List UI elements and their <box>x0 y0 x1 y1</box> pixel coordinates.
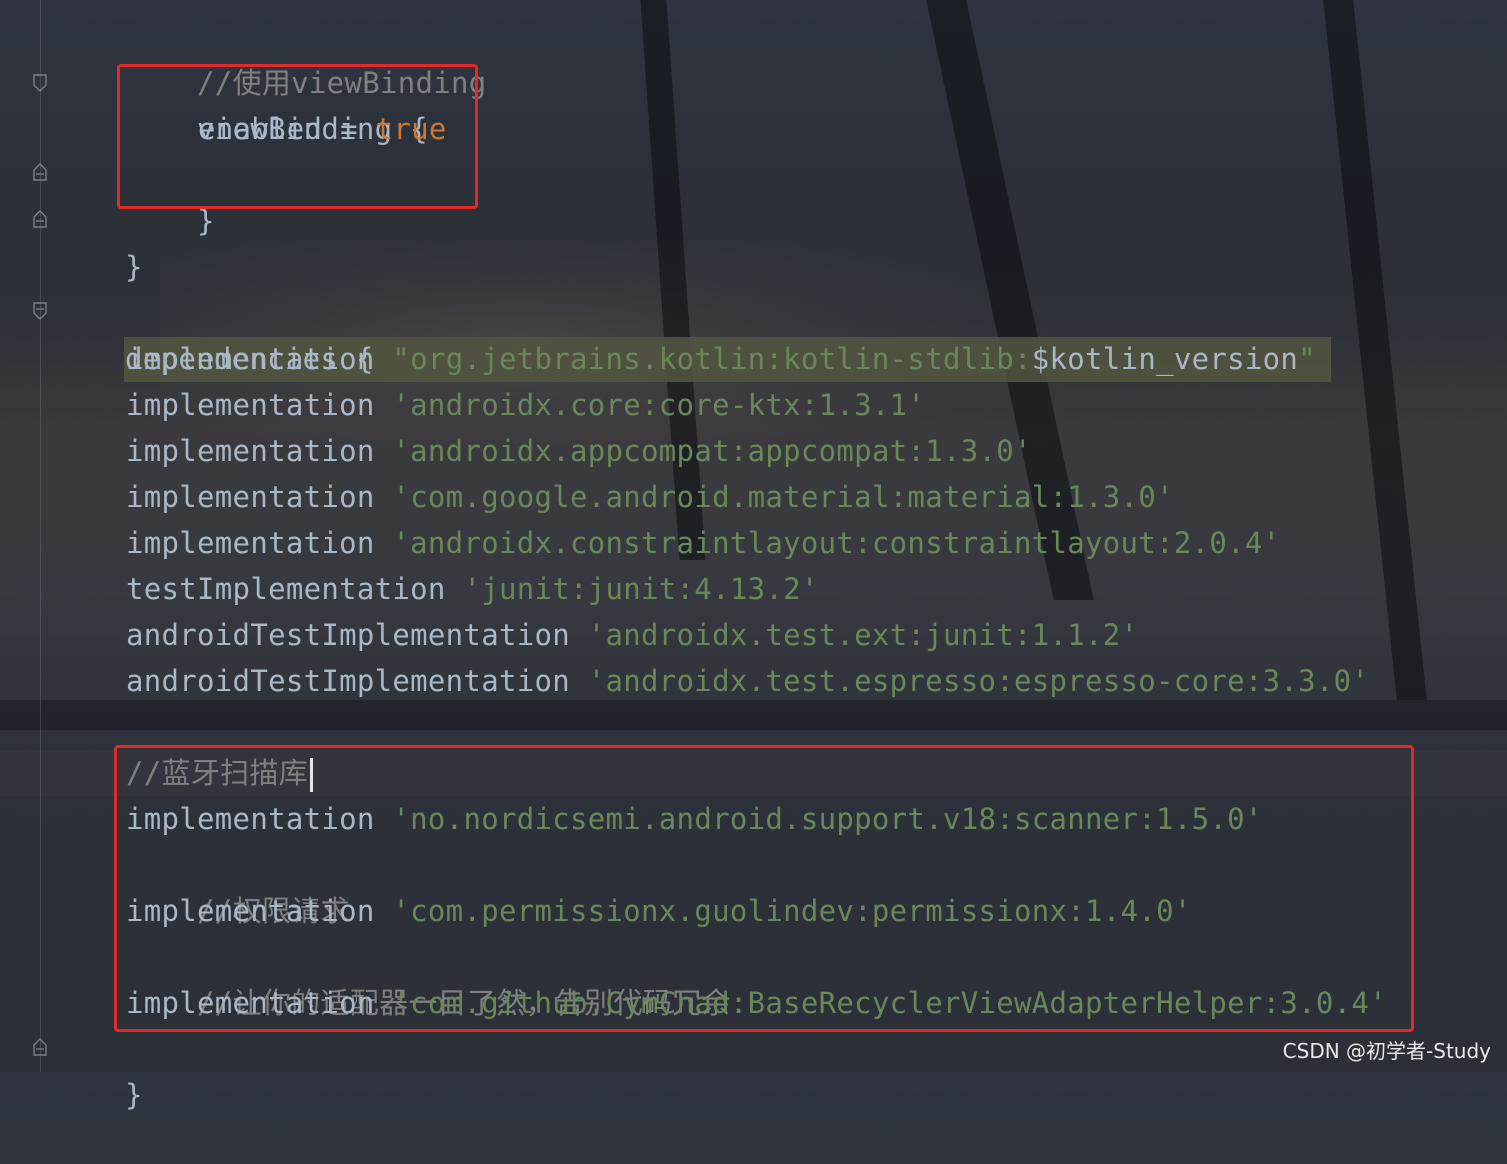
annotation-box-viewbinding <box>117 64 478 209</box>
artifact-string: 'androidx.test.ext:junit:1.1.2' <box>587 618 1139 652</box>
fold-open-icon[interactable] <box>33 74 47 92</box>
code-line-comment[interactable]: //使用viewBinding <box>126 14 487 100</box>
brace-text: } <box>197 204 215 238</box>
config-keyword: androidTestImplementation <box>126 664 588 698</box>
artifact-string: 'androidx.constraintlayout:constraintlay… <box>392 526 1281 560</box>
config-keyword: testImplementation <box>126 572 464 606</box>
artifact-string: 'androidx.core:core-ktx:1.3.1' <box>392 388 926 422</box>
string-quote: " <box>392 342 411 376</box>
code-line-dependency[interactable]: testImplementation 'junit:junit:4.13.2' <box>126 566 819 612</box>
fold-close-icon[interactable] <box>33 163 47 181</box>
code-line-dependency[interactable]: implementation 'androidx.constraintlayou… <box>126 520 1280 566</box>
artifact-string: 'androidx.test.espresso:espresso-core:3.… <box>587 664 1370 698</box>
code-line-dependencies[interactable]: dependencies { <box>54 290 374 376</box>
config-keyword: implementation <box>126 434 393 468</box>
code-line-dependency[interactable]: implementation "org.jetbrains.kotlin:kot… <box>126 336 1316 382</box>
config-keyword: implementation <box>126 480 393 514</box>
config-keyword: androidTestImplementation <box>126 618 588 652</box>
artifact-string: 'com.google.android.material:material:1.… <box>392 480 1174 514</box>
artifact-string: 'androidx.appcompat:appcompat:1.3.0' <box>392 434 1032 468</box>
code-line-dependency[interactable]: androidTestImplementation 'androidx.test… <box>126 658 1369 704</box>
artifact-string: 'junit:junit:4.13.2' <box>463 572 819 606</box>
code-line-dependency[interactable]: implementation 'androidx.appcompat:appco… <box>126 428 1032 474</box>
interpolated-variable: $kotlin_version <box>1031 342 1299 376</box>
watermark-text: CSDN @初学者-Study <box>1282 1039 1491 1063</box>
fold-open-icon[interactable] <box>33 302 47 320</box>
annotation-box-new-dependencies <box>114 745 1414 1032</box>
fold-close-icon[interactable] <box>33 1038 47 1056</box>
config-keyword: implementation <box>126 526 393 560</box>
brace-text: } <box>125 250 143 284</box>
artifact-string: org.jetbrains.kotlin:kotlin-stdlib: <box>410 342 1032 376</box>
string-quote: " <box>1298 342 1316 376</box>
config-keyword: implementation <box>126 388 393 422</box>
code-line-dependency[interactable]: implementation 'com.google.android.mater… <box>126 474 1174 520</box>
editor-gutter[interactable] <box>0 0 52 1072</box>
code-line-dependency[interactable]: androidTestImplementation 'androidx.test… <box>126 612 1138 658</box>
fold-close-icon[interactable] <box>33 210 47 228</box>
background-frame-line <box>0 700 1507 730</box>
background-frame-line <box>1323 0 1427 700</box>
gutter-divider <box>40 0 41 1072</box>
config-keyword: implementation <box>126 342 393 376</box>
code-line-dependency[interactable]: implementation 'androidx.core:core-ktx:1… <box>126 382 925 428</box>
code-line-close-brace[interactable]: } <box>54 1026 143 1112</box>
brace-text: } <box>125 1078 143 1112</box>
